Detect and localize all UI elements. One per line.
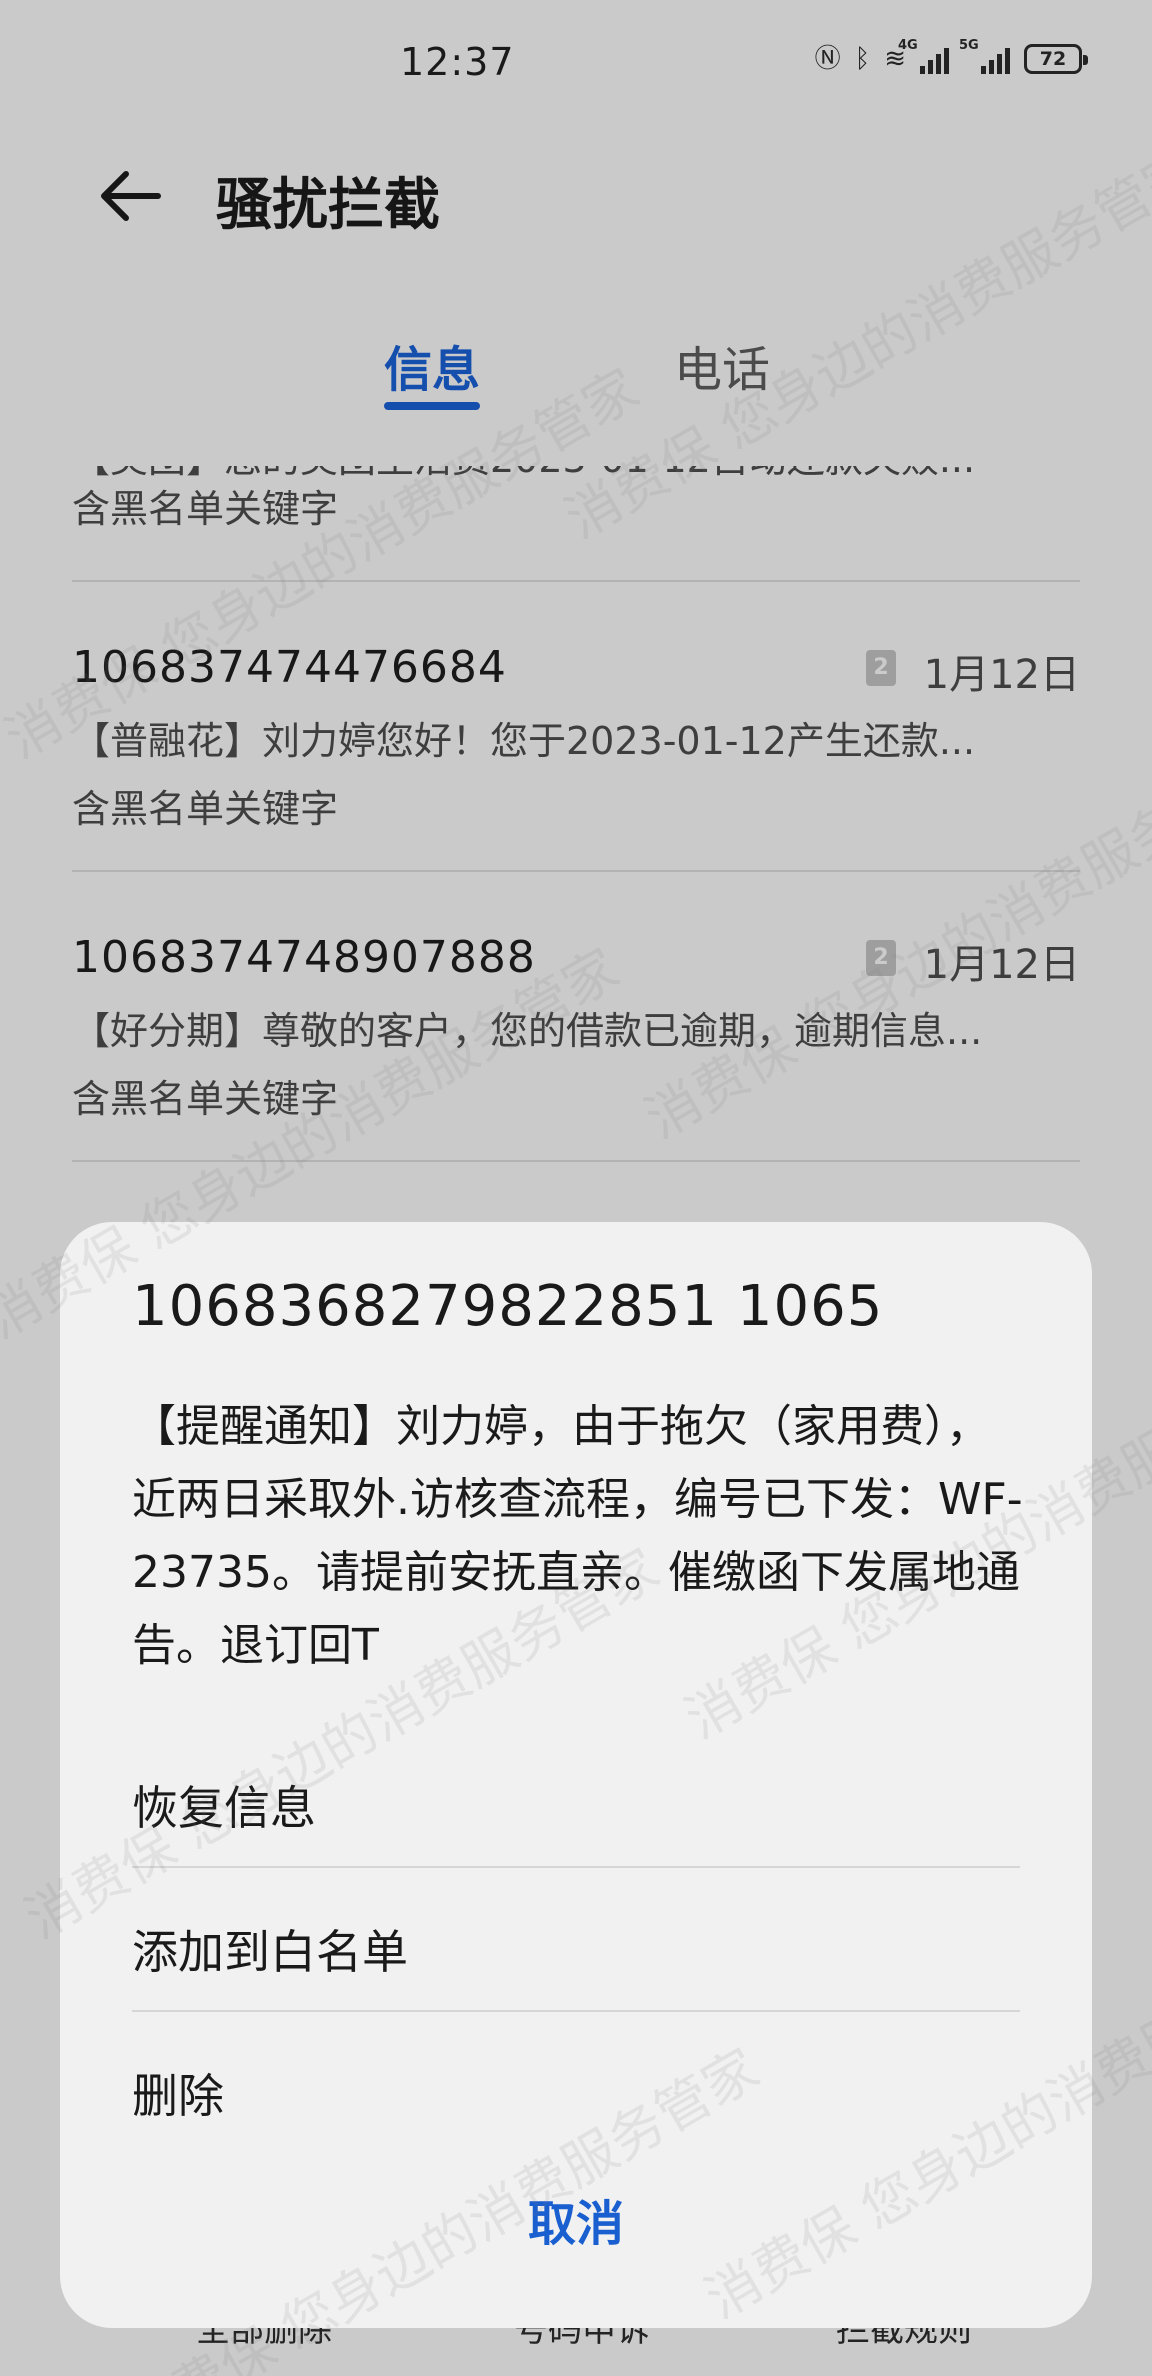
dialog-sender-number: 1068368279822851 1065 xyxy=(132,1274,884,1339)
delete-option[interactable]: 删除 xyxy=(132,2012,1020,2156)
dialog-message-body: 【提醒通知】刘力婷，由于拖欠（家用费），近两日采取外.访核查流程，编号已下发：W… xyxy=(132,1401,1023,1671)
message-action-dialog: 1068368279822851 1065 【提醒通知】刘力婷，由于拖欠（家用费… xyxy=(60,1222,1092,2328)
add-to-whitelist-option[interactable]: 添加到白名单 xyxy=(132,1868,1020,2012)
cancel-button[interactable]: 取消 xyxy=(60,2184,1092,2254)
restore-message-option[interactable]: 恢复信息 xyxy=(132,1724,1020,1868)
